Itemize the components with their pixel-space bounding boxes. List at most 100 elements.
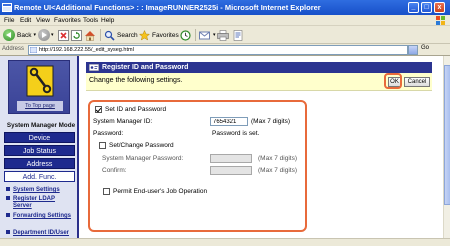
confirm-hint: (Max 7 digits) bbox=[258, 167, 298, 174]
address-url: http://192.168.222.55/_edit_syseg.html bbox=[39, 47, 134, 53]
ok-button-highlight bbox=[384, 73, 402, 89]
window-title-bar: Remote UI<Additional Functions> : : Imag… bbox=[0, 0, 450, 15]
history-button[interactable] bbox=[180, 29, 191, 41]
nav-device-button[interactable]: Device bbox=[4, 132, 75, 143]
panel-title: Register ID and Password bbox=[102, 64, 189, 71]
menu-help[interactable]: Help bbox=[101, 17, 114, 24]
menu-favorites[interactable]: Favorites bbox=[54, 17, 81, 24]
go-button[interactable]: Go bbox=[421, 45, 429, 51]
menu-edit[interactable]: Edit bbox=[20, 17, 31, 24]
chevron-down-icon: ▾ bbox=[33, 32, 36, 38]
subnav-forwarding-settings[interactable]: Forwarding Settings bbox=[6, 213, 74, 220]
printer-icon bbox=[217, 29, 229, 41]
scrollbar-thumb[interactable] bbox=[444, 65, 450, 205]
page-icon bbox=[30, 47, 37, 53]
nav-job-status-button[interactable]: Job Status bbox=[4, 145, 75, 156]
wrench-tool-icon bbox=[26, 65, 54, 97]
back-label: Back bbox=[17, 31, 32, 39]
favorites-button[interactable]: Favorites bbox=[139, 29, 179, 41]
mail-button[interactable]: ▾ bbox=[199, 29, 216, 41]
menu-view[interactable]: View bbox=[36, 17, 50, 24]
windows-logo-icon bbox=[436, 16, 445, 25]
close-button[interactable]: x bbox=[434, 2, 445, 13]
minimize-button[interactable]: _ bbox=[408, 2, 419, 13]
set-change-password-checkbox[interactable] bbox=[99, 142, 106, 149]
subnav-department-id-user[interactable]: Department ID/User bbox=[6, 230, 74, 237]
password-label: Password: bbox=[93, 130, 124, 137]
address-dropdown-button[interactable] bbox=[408, 45, 418, 55]
chevron-down-icon: ▾ bbox=[51, 32, 54, 38]
confirm-label: Confirm: bbox=[102, 167, 127, 174]
edit-document-icon bbox=[233, 29, 243, 41]
back-button[interactable]: Back ▾ bbox=[3, 29, 36, 41]
permit-end-user-label: Permit End-user's Job Operation bbox=[113, 188, 208, 195]
system-manager-id-input[interactable] bbox=[210, 117, 248, 126]
stop-icon bbox=[58, 29, 69, 41]
search-button[interactable]: Search bbox=[104, 29, 138, 41]
bullet-icon bbox=[6, 213, 10, 217]
address-input[interactable]: http://192.168.222.55/_edit_syseg.html bbox=[28, 45, 408, 55]
sm-password-label: System Manager Password: bbox=[102, 155, 184, 162]
status-bar bbox=[0, 238, 450, 246]
mail-icon bbox=[199, 31, 210, 39]
confirm-password-input[interactable] bbox=[210, 166, 252, 175]
toolbar-separator bbox=[195, 29, 196, 41]
set-change-password-label: Set/Change Password bbox=[109, 142, 174, 149]
bullet-icon bbox=[6, 187, 10, 191]
panel-title-bar: Register ID and Password bbox=[86, 62, 432, 73]
address-bar: Address http://192.168.222.55/_edit_syse… bbox=[0, 44, 450, 56]
refresh-icon bbox=[71, 29, 82, 41]
chevron-down-icon: ▾ bbox=[213, 32, 216, 38]
top-page-link[interactable]: To Top page bbox=[17, 101, 63, 111]
id-card-icon bbox=[89, 64, 99, 71]
instruction-bar: Change the following settings. OK Cancel bbox=[86, 73, 432, 91]
left-navigation: To Top page System Manager Mode Device J… bbox=[0, 56, 79, 246]
refresh-button[interactable] bbox=[71, 29, 82, 41]
permit-end-user-checkbox[interactable] bbox=[103, 188, 110, 195]
home-icon bbox=[85, 30, 95, 41]
star-icon bbox=[139, 29, 150, 41]
nav-address-button[interactable]: Address bbox=[4, 158, 75, 169]
subnav-label: System Settings bbox=[13, 187, 60, 193]
menu-tools[interactable]: Tools bbox=[83, 17, 98, 24]
maximize-button[interactable]: □ bbox=[421, 2, 432, 13]
bullet-icon bbox=[6, 196, 10, 200]
subnav-label: Department ID/User bbox=[13, 230, 70, 236]
menu-bar: File Edit View Favorites Tools Help bbox=[0, 15, 450, 26]
forward-button[interactable]: ▾ bbox=[38, 29, 54, 41]
vertical-scrollbar[interactable] bbox=[443, 56, 450, 246]
subnav-label: Forwarding Settings bbox=[13, 213, 72, 219]
address-label: Address bbox=[2, 46, 25, 52]
browser-toolbar: Back ▾ ▾ Search Favorites ▾ bbox=[0, 26, 450, 44]
nav-add-func-button[interactable]: Add. Func. bbox=[4, 171, 75, 182]
sm-password-input[interactable] bbox=[210, 154, 252, 163]
system-manager-id-hint: (Max 7 digits) bbox=[251, 118, 291, 125]
search-icon bbox=[104, 30, 115, 41]
edit-page-button[interactable] bbox=[233, 29, 244, 41]
subnav-system-settings[interactable]: System Settings bbox=[6, 187, 74, 194]
page-content: To Top page System Manager Mode Device J… bbox=[0, 56, 443, 246]
subnav-label: Register LDAP Server bbox=[13, 196, 56, 209]
toolbar-separator bbox=[100, 29, 101, 41]
instruction-text: Change the following settings. bbox=[89, 77, 183, 84]
menu-file[interactable]: File bbox=[4, 17, 14, 24]
cancel-button[interactable]: Cancel bbox=[404, 77, 430, 87]
top-page-logo[interactable]: To Top page bbox=[8, 60, 70, 114]
stop-button[interactable] bbox=[58, 29, 69, 41]
set-id-password-checkbox[interactable] bbox=[95, 106, 102, 113]
history-clock-icon bbox=[180, 29, 191, 41]
home-button[interactable] bbox=[84, 29, 96, 41]
print-button[interactable] bbox=[217, 29, 229, 41]
internet-explorer-icon bbox=[2, 3, 12, 12]
search-label: Search bbox=[117, 31, 138, 39]
set-id-password-label: Set ID and Password bbox=[105, 106, 167, 113]
bullet-icon bbox=[6, 230, 10, 234]
sm-password-hint: (Max 7 digits) bbox=[258, 155, 298, 162]
system-manager-id-label: System Manager ID: bbox=[93, 118, 153, 125]
system-manager-mode-title: System Manager Mode bbox=[6, 122, 76, 129]
password-status-text: Password is set. bbox=[212, 130, 260, 137]
forward-arrow-icon bbox=[38, 29, 50, 41]
subnav-register-ldap-server[interactable]: Register LDAP Server bbox=[6, 196, 74, 210]
window-title: Remote UI<Additional Functions> : : Imag… bbox=[14, 3, 321, 12]
favorites-label: Favorites bbox=[152, 31, 179, 39]
